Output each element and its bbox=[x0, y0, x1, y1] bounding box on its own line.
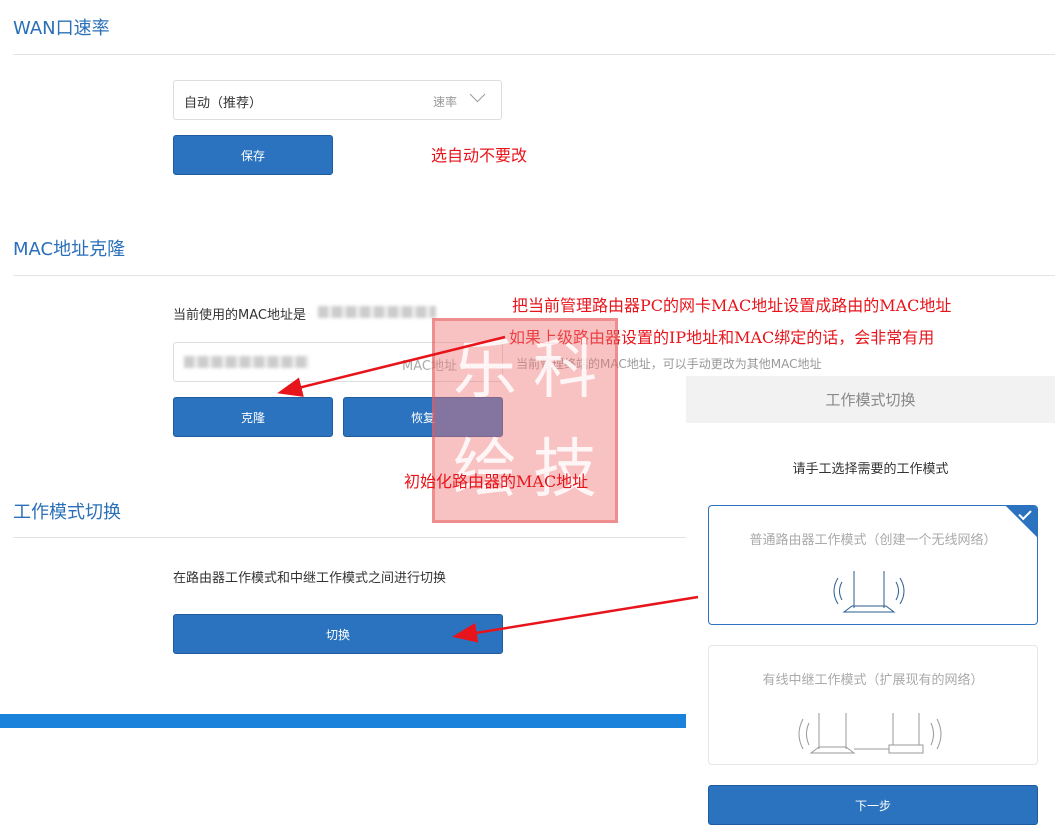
annotation-arrows bbox=[277, 335, 699, 643]
